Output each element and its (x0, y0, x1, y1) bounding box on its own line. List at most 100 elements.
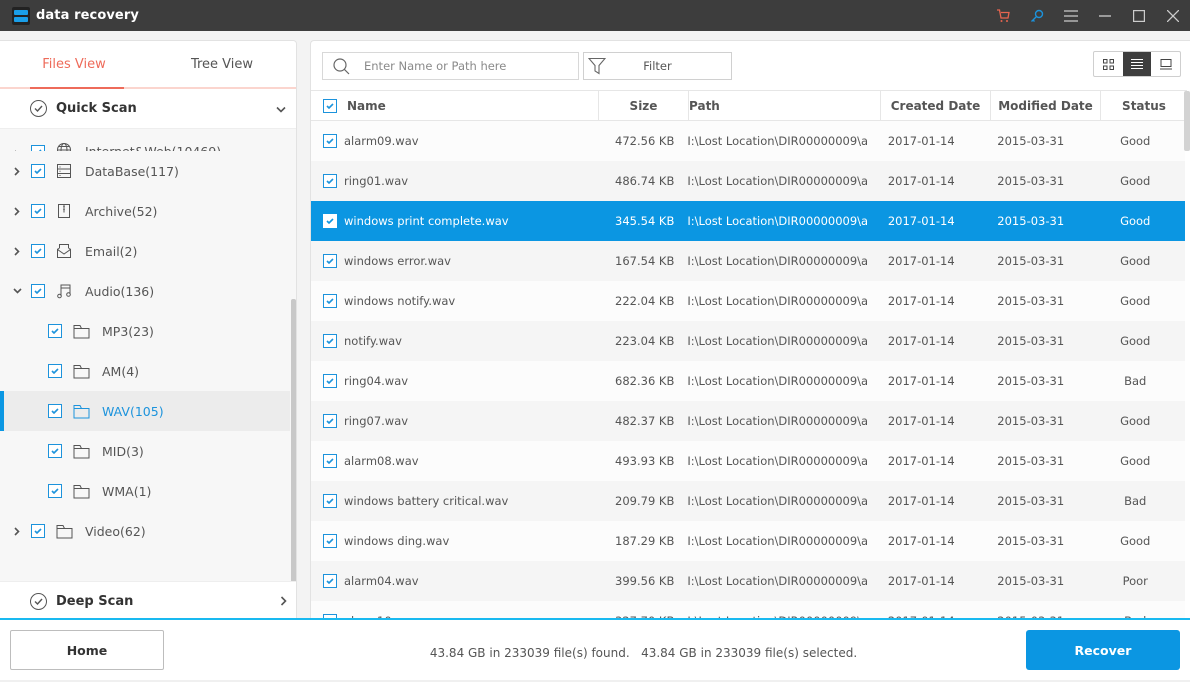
row-checkbox[interactable] (323, 294, 337, 308)
tree-item[interactable]: Video(62) (0, 511, 290, 551)
tab-tree-view[interactable]: Tree View (148, 41, 296, 87)
tree-item[interactable]: AM(4) (0, 351, 290, 391)
column-path[interactable]: Path (689, 91, 881, 120)
file-size: 222.04 KB (615, 294, 675, 308)
tree-item[interactable]: WMA(1) (0, 471, 290, 511)
file-row[interactable]: windows notify.wav 222.04 KB I:\Lost Locat… (311, 281, 1185, 321)
list-view-button[interactable] (1122, 52, 1152, 76)
file-table-body: alarm09.wav 472.56 KB I:\Lost Location\DIR… (311, 121, 1185, 619)
column-size[interactable]: Size (599, 91, 689, 120)
row-checkbox[interactable] (323, 134, 337, 148)
search-input[interactable] (364, 59, 554, 73)
tree-item[interactable]: DataBase(117) (0, 151, 290, 191)
file-size: 223.04 KB (615, 334, 675, 348)
row-checkbox[interactable] (323, 374, 337, 388)
chevron-right-icon[interactable] (9, 246, 25, 256)
file-row[interactable]: windows battery critical.wav 209.79 KB I:\… (311, 481, 1185, 521)
file-name: alarm04.wav (344, 574, 419, 588)
tree-checkbox[interactable] (48, 484, 62, 498)
tree-checkbox[interactable] (48, 404, 62, 418)
row-checkbox[interactable] (323, 534, 337, 548)
chevron-down-icon[interactable] (9, 288, 25, 294)
file-row[interactable]: windows error.wav 167.54 KB I:\Lost Locati… (311, 241, 1185, 281)
status-value: Poor (1122, 574, 1148, 588)
file-row[interactable]: ring01.wav 486.74 KB I:\Lost Location\DIR0… (311, 161, 1185, 201)
tree-item[interactable]: MP3(23) (0, 311, 290, 351)
tree-item[interactable]: WAV(105) (0, 391, 290, 431)
tree-item-label: DataBase(117) (85, 163, 179, 179)
tree-item[interactable]: Audio(136) (0, 271, 290, 311)
key-icon[interactable] (1020, 0, 1054, 31)
column-modified-date[interactable]: Modified Date (991, 91, 1101, 120)
chevron-right-icon[interactable] (9, 206, 25, 216)
row-checkbox[interactable] (323, 214, 337, 228)
maximize-icon[interactable] (1122, 0, 1156, 31)
minimize-icon[interactable] (1088, 0, 1122, 31)
tree-item[interactable]: MID(3) (0, 431, 290, 471)
file-name: windows notify.wav (344, 294, 456, 308)
footer-bar: Home 43.84 GB in 233039 file(s) found. 4… (0, 620, 1190, 680)
file-row[interactable]: windows ding.wav 187.29 KB I:\Lost Locatio… (311, 521, 1185, 561)
file-row[interactable]: notify.wav 223.04 KB I:\Lost Location\DIR0… (311, 321, 1185, 361)
filter-button[interactable]: Filter (583, 52, 732, 80)
tree-item-label: WAV(105) (102, 403, 164, 419)
cart-icon[interactable] (986, 0, 1020, 31)
tree-checkbox[interactable] (31, 244, 45, 258)
file-row[interactable]: ring04.wav 682.36 KB I:\Lost Location\DIR0… (311, 361, 1185, 401)
tree-item[interactable]: Archive(52) (0, 191, 290, 231)
file-row[interactable]: alarm09.wav 472.56 KB I:\Lost Location\DIR… (311, 121, 1185, 161)
file-row[interactable]: alarm04.wav 399.56 KB I:\Lost Location\DIR… (311, 561, 1185, 601)
chevron-right-icon[interactable] (9, 166, 25, 176)
quick-scan-header[interactable]: Quick Scan (0, 89, 296, 129)
tree-checkbox[interactable] (31, 204, 45, 218)
column-status[interactable]: Status (1101, 91, 1187, 120)
tree-checkbox[interactable] (31, 164, 45, 178)
tree-item[interactable]: Internet&Web(10469) (0, 131, 290, 151)
modified-date: 2015-03-31 (997, 374, 1065, 388)
file-name: ring01.wav (344, 174, 409, 188)
menu-icon[interactable] (1054, 0, 1088, 31)
chevron-down-icon[interactable] (276, 102, 286, 117)
file-row[interactable]: alarm08.wav 493.93 KB I:\Lost Location\DIR… (311, 441, 1185, 481)
file-size: 493.93 KB (615, 454, 675, 468)
category-tree: Internet&Web(10469) DataBase(117) Archive(… (0, 131, 290, 571)
row-checkbox[interactable] (323, 174, 337, 188)
search-icon (333, 57, 350, 75)
file-row[interactable]: ring07.wav 482.37 KB I:\Lost Location\DIR0… (311, 401, 1185, 441)
tree-checkbox[interactable] (48, 444, 62, 458)
tree-checkbox[interactable] (31, 524, 45, 538)
folder-icon (72, 402, 90, 420)
row-checkbox[interactable] (323, 414, 337, 428)
chevron-right-icon[interactable] (280, 595, 287, 610)
status-summary: 43.84 GB in 233039 file(s) found. 43.84 … (429, 646, 858, 660)
close-icon[interactable] (1156, 0, 1190, 31)
row-checkbox[interactable] (323, 334, 337, 348)
table-scrollbar[interactable] (1184, 91, 1190, 151)
left-scrollbar[interactable] (291, 299, 296, 611)
modified-date: 2015-03-31 (997, 254, 1065, 268)
chevron-right-icon[interactable] (9, 526, 25, 536)
row-checkbox[interactable] (323, 574, 337, 588)
preview-view-button[interactable] (1151, 52, 1180, 76)
deep-scan-header[interactable]: Deep Scan (0, 581, 296, 619)
row-checkbox[interactable] (323, 254, 337, 268)
file-row[interactable]: windows print complete.wav 345.54 KB I:\Lo… (311, 201, 1185, 241)
tree-item[interactable]: Email(2) (0, 231, 290, 271)
tree-checkbox[interactable] (48, 324, 62, 338)
select-all-checkbox[interactable] (323, 98, 337, 113)
search-box[interactable] (322, 52, 579, 80)
tree-checkbox[interactable] (48, 364, 62, 378)
tab-files-view[interactable]: Files View (0, 41, 148, 89)
title-bar: data recovery (0, 0, 1190, 31)
row-checkbox[interactable] (323, 494, 337, 508)
file-path: I:\Lost Location\DIR00000009\am... (687, 414, 867, 428)
file-path: I:\Lost Location\DIR00000009\am... (687, 534, 867, 548)
row-checkbox[interactable] (323, 454, 337, 468)
grid-view-button[interactable] (1094, 52, 1123, 76)
column-created-date[interactable]: Created Date (881, 91, 991, 120)
tree-checkbox[interactable] (31, 284, 45, 298)
column-name[interactable]: Name (311, 91, 599, 120)
recover-button[interactable]: Recover (1026, 630, 1180, 670)
folder-icon (72, 322, 90, 340)
tree-item-label: Archive(52) (85, 203, 158, 219)
